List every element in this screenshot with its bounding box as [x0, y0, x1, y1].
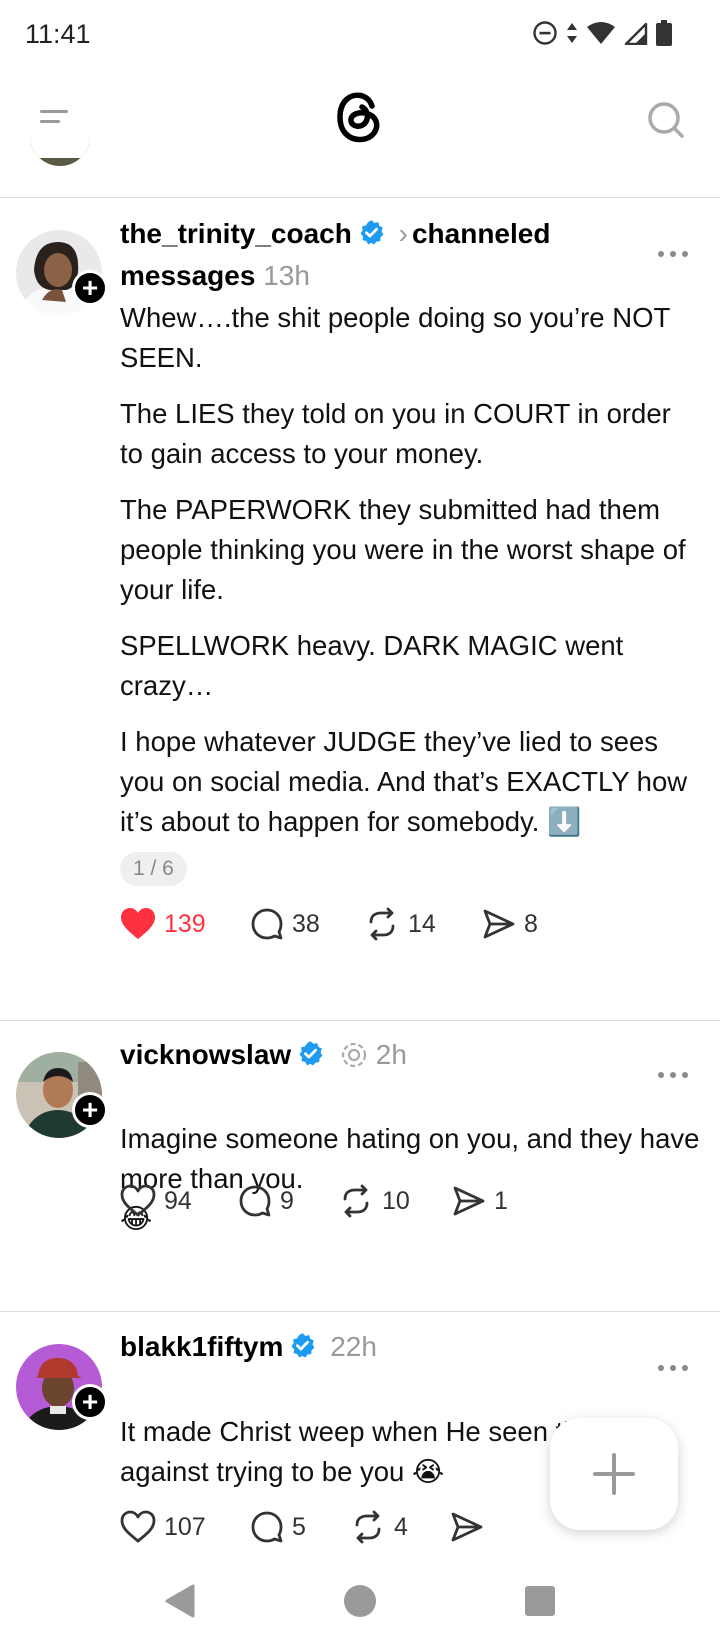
post-paragraph: Whew….the shit people doing so you’re NO… — [120, 302, 670, 373]
post-actions: 94 9 10 1 — [120, 1181, 508, 1221]
follow-button[interactable]: + — [72, 270, 108, 306]
more-options-icon[interactable] — [658, 1072, 688, 1080]
reply-button[interactable]: 9 — [238, 1184, 338, 1218]
post-time: 13h — [263, 260, 310, 291]
back-icon[interactable] — [163, 1584, 197, 1618]
reply-count: 5 — [292, 1512, 306, 1541]
ai-label-icon — [341, 1042, 367, 1068]
post-text: Whew….the shit people doing so you’re NO… — [120, 298, 700, 886]
heart-filled-icon — [121, 908, 155, 939]
follow-button[interactable]: + — [72, 1384, 108, 1420]
post-paragraph: SPELLWORK heavy. DARK MAGIC went crazy… — [120, 630, 624, 701]
reply-button[interactable]: 5 — [250, 1510, 350, 1544]
cell-signal-icon — [624, 22, 648, 45]
home-icon[interactable] — [343, 1584, 377, 1618]
comment-icon — [239, 1185, 271, 1217]
recents-icon[interactable] — [524, 1585, 556, 1617]
share-button[interactable]: 8 — [482, 907, 538, 941]
search-icon[interactable] — [646, 100, 686, 140]
post-time: 2h — [375, 1039, 407, 1070]
repost-count: 4 — [394, 1512, 408, 1541]
post-actions: 139 38 14 8 — [120, 904, 538, 944]
system-navigation-bar — [0, 1552, 720, 1650]
share-count: 1 — [494, 1186, 508, 1215]
like-button[interactable]: 94 — [120, 1184, 238, 1218]
repost-button[interactable]: 10 — [338, 1183, 452, 1219]
post-header: vicknowslaw 2h — [120, 1034, 650, 1076]
threads-feed-screen: 11:41 + the_trinity_coach › channeled me… — [0, 0, 720, 1650]
post-text: Imagine someone hating on you, and they … — [120, 1119, 700, 1239]
status-bar: 11:41 — [0, 0, 720, 72]
like-button[interactable]: 107 — [120, 1510, 250, 1544]
share-count: 8 — [524, 909, 538, 938]
like-count: 139 — [164, 909, 206, 938]
reply-count: 9 — [280, 1186, 294, 1215]
verified-badge-icon — [291, 1333, 315, 1358]
status-icons — [532, 20, 672, 46]
verified-badge-icon — [299, 1041, 323, 1066]
repost-button[interactable]: 14 — [364, 906, 482, 942]
verified-badge-icon — [360, 220, 384, 245]
more-options-icon[interactable] — [658, 251, 688, 259]
post-paragraph: The PAPERWORK they submitted had them pe… — [120, 494, 686, 605]
post-card[interactable]: + vicknowslaw 2h Imagine someone hating … — [0, 1021, 720, 1311]
post-header: blakk1fiftym 22h — [120, 1326, 650, 1368]
share-icon — [453, 1186, 485, 1216]
top-app-bar — [0, 72, 720, 190]
threads-logo[interactable] — [334, 86, 386, 146]
repost-count: 14 — [408, 909, 436, 938]
username[interactable]: blakk1fiftym — [120, 1331, 283, 1362]
repost-button[interactable]: 4 — [350, 1509, 450, 1545]
reply-count: 38 — [292, 909, 320, 938]
comment-icon — [251, 1511, 283, 1543]
plus-icon — [593, 1453, 635, 1495]
repost-count: 10 — [382, 1186, 410, 1215]
data-arrows-icon — [567, 23, 577, 43]
like-count: 107 — [164, 1512, 206, 1541]
post-paragraph: I hope whatever JUDGE they’ve lied to se… — [120, 726, 688, 837]
username[interactable]: the_trinity_coach — [120, 218, 352, 249]
reply-button[interactable]: 38 — [250, 907, 364, 941]
like-button[interactable]: 139 — [120, 907, 250, 941]
heart-icon — [120, 1184, 156, 1217]
post-paragraph: The LIES they told on you in COURT in or… — [120, 398, 671, 469]
battery-icon — [656, 20, 672, 46]
share-icon — [451, 1512, 483, 1542]
like-count: 94 — [164, 1186, 192, 1215]
chevron-right-icon: › — [398, 218, 408, 249]
post-card[interactable]: + the_trinity_coach › channeled messages … — [0, 198, 720, 1020]
status-time: 11:41 — [25, 19, 91, 49]
share-button[interactable] — [450, 1510, 492, 1544]
repost-icon — [355, 1510, 381, 1544]
post-actions: 107 5 4 — [120, 1507, 492, 1547]
wifi-icon — [587, 22, 615, 44]
do-not-disturb-icon — [533, 21, 557, 45]
username[interactable]: vicknowslaw — [120, 1039, 291, 1070]
more-options-icon[interactable] — [658, 1365, 688, 1373]
share-button[interactable]: 1 — [452, 1184, 508, 1218]
new-post-button[interactable] — [550, 1418, 678, 1530]
repost-icon — [369, 907, 395, 941]
repost-icon — [343, 1184, 369, 1218]
comment-icon — [251, 908, 283, 940]
post-header: the_trinity_coach › channeled messages 13… — [120, 213, 650, 297]
post-time: 22h — [330, 1331, 377, 1362]
thread-counter-badge: 1 / 6 — [120, 852, 187, 886]
share-icon — [483, 909, 515, 939]
follow-button[interactable]: + — [72, 1092, 108, 1128]
heart-icon — [120, 1510, 156, 1543]
